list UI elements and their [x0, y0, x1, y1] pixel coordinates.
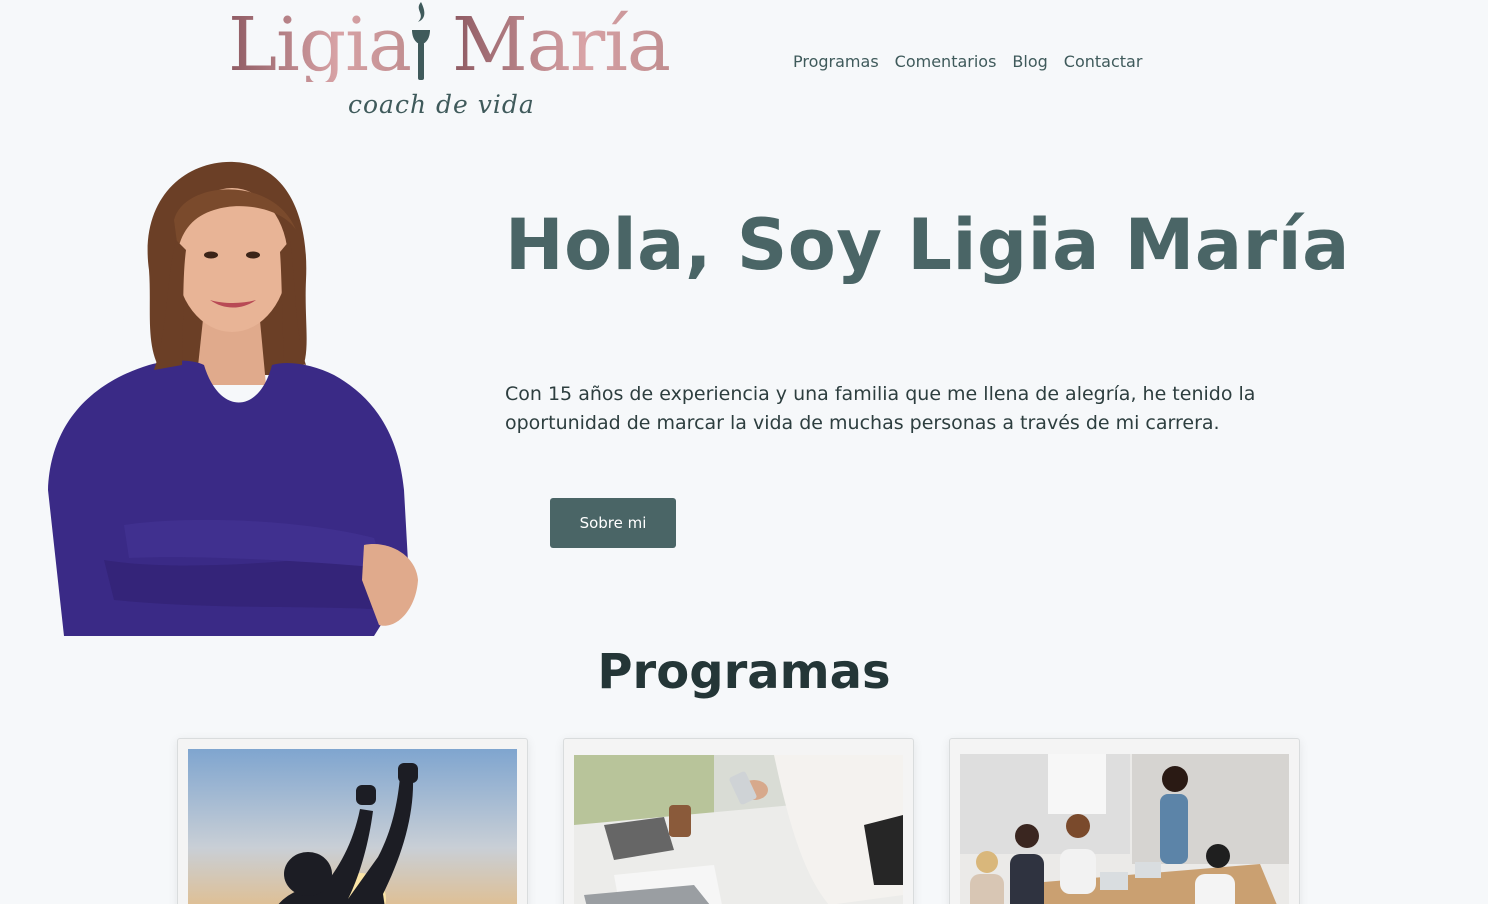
nav-link-contactar[interactable]: Contactar: [1064, 52, 1143, 71]
program-card[interactable]: [563, 738, 914, 904]
hero-title: Hola, Soy Ligia María: [505, 204, 1350, 286]
nav-link-programas[interactable]: Programas: [793, 52, 879, 71]
program-image-desk: [574, 755, 903, 904]
main-nav: Programas Comentarios Blog Contactar: [793, 52, 1142, 71]
program-image-team-meeting: [960, 754, 1289, 904]
logo-tagline: coach de vida: [348, 90, 535, 119]
program-card[interactable]: [949, 738, 1300, 904]
hero-portrait-image: [48, 161, 418, 636]
hero-description: Con 15 años de experiencia y una familia…: [505, 383, 1256, 434]
logo-first-name: Ligia: [228, 2, 412, 88]
brand-logo[interactable]: Ligia María coach de vida: [228, 0, 671, 130]
about-me-button[interactable]: Sobre mi: [550, 498, 676, 548]
nav-link-blog[interactable]: Blog: [1012, 52, 1047, 71]
program-card[interactable]: [177, 738, 528, 904]
logo-last-name: María: [452, 2, 671, 88]
programs-section-title: Programas: [597, 644, 891, 700]
nav-link-comentarios[interactable]: Comentarios: [895, 52, 997, 71]
torch-icon: [412, 2, 430, 80]
program-image-celebration: [188, 749, 517, 904]
